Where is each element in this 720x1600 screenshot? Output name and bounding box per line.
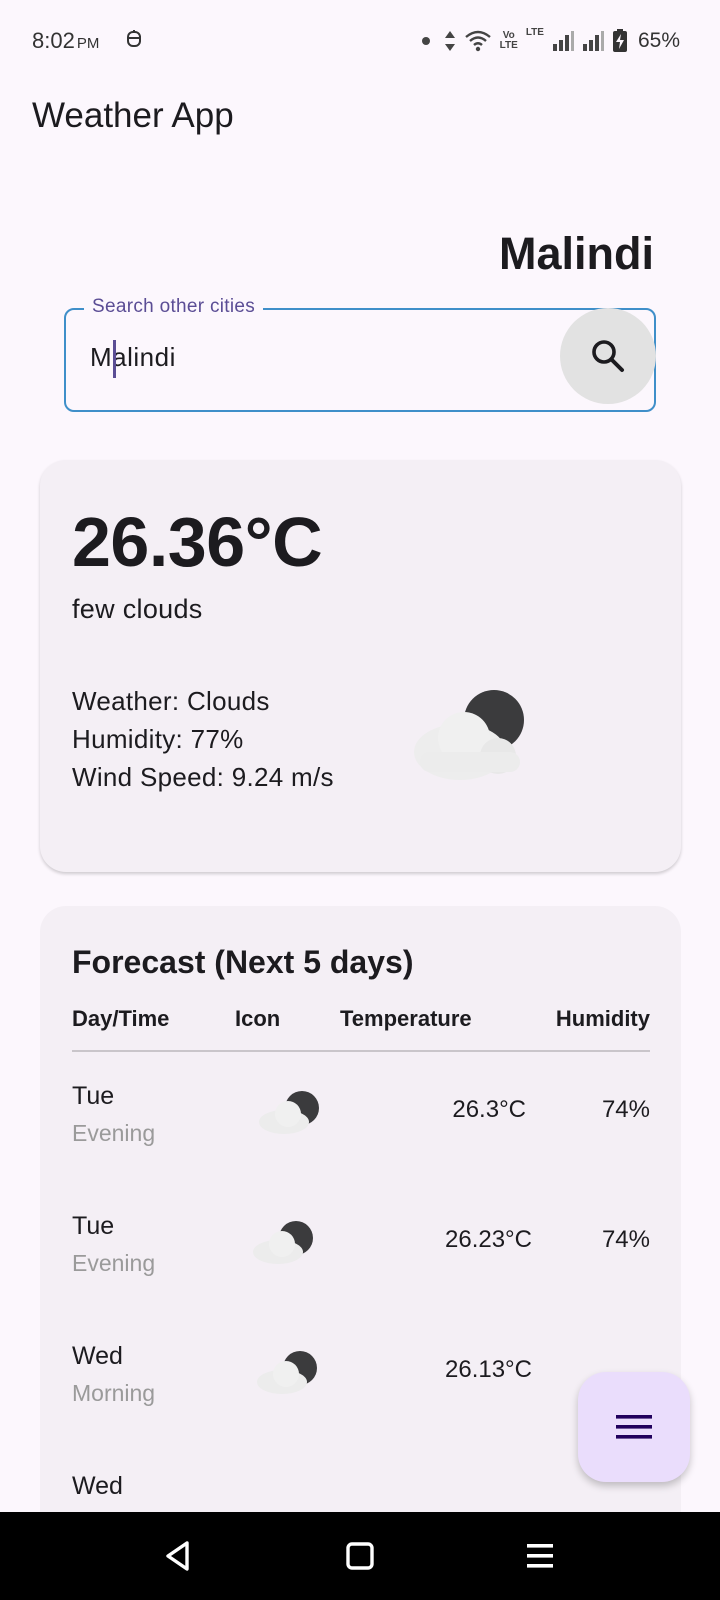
- header-temperature: Temperature: [340, 1006, 472, 1031]
- forecast-temperature: 26.3°C: [452, 1096, 526, 1123]
- text-cursor: [113, 340, 116, 378]
- header-humidity: Humidity: [555, 1006, 650, 1031]
- screen: 8:02 PM Vo LTE LTE 65% Weather App Malin…: [0, 0, 720, 1600]
- status-bar: 8:02 PM Vo LTE LTE 65%: [0, 0, 720, 82]
- forecast-row: Tue Evening 26.23°C 74%: [72, 1212, 650, 1312]
- humidity: Humidity: 77%: [72, 724, 244, 754]
- forecast-day: Wed: [72, 1472, 123, 1500]
- current-temperature: 26.36°C: [72, 503, 323, 581]
- search-label: Search other cities: [84, 296, 264, 318]
- volte-bottom: LTE: [499, 40, 518, 51]
- city-search-field[interactable]: Search other cities Malindi: [64, 296, 656, 412]
- menu-icon: [616, 1415, 652, 1439]
- forecast-humidity: 74%: [601, 1226, 650, 1253]
- status-ampm: PM: [76, 35, 100, 52]
- forecast-temperature: 26.13°C: [445, 1356, 532, 1383]
- forecast-row: Wed Morning 26.13°C: [72, 1342, 650, 1442]
- search-button[interactable]: [560, 308, 656, 404]
- nav-recents-button[interactable]: [518, 1534, 562, 1578]
- weather-main: Weather: Clouds: [72, 686, 270, 716]
- header-icon: Icon: [235, 1006, 281, 1031]
- app-title: Weather App: [32, 96, 234, 135]
- forecast-table-header: Day/Time Icon Temperature Humidity: [72, 1006, 650, 1052]
- status-time-value: 8:02: [32, 28, 75, 53]
- cloud-night-icon: [253, 1221, 313, 1264]
- forecast-row: Tue Evening 26.3°C 74%: [72, 1082, 650, 1182]
- home-icon: [346, 1542, 374, 1570]
- forecast-temperature: 26.23°C: [445, 1226, 532, 1253]
- weather-details: Weather: Clouds Humidity: 77% Wind Speed…: [72, 682, 334, 796]
- status-icons: Vo LTE LTE 65%: [421, 26, 680, 56]
- weather-description: few clouds: [72, 594, 203, 624]
- back-icon: [166, 1541, 189, 1571]
- current-weather-card: 26.36°C few clouds Weather: Clouds Humid…: [40, 460, 681, 872]
- battery-percent: 65%: [637, 29, 680, 52]
- lte-label: LTE: [525, 27, 544, 38]
- forecast-time: Evening: [72, 1120, 156, 1146]
- city-name: Malindi: [499, 228, 654, 279]
- forecast-day: Tue: [72, 1212, 115, 1240]
- battery-icon: [612, 29, 627, 52]
- forecast-time: Evening: [72, 1250, 156, 1276]
- forecast-humidity: 74%: [601, 1096, 650, 1123]
- data-arrows-icon: [444, 31, 455, 51]
- signal-2-icon: [582, 31, 604, 51]
- notification-icon: [127, 30, 141, 47]
- cloud-night-icon: [414, 690, 524, 780]
- recents-icon: [527, 1544, 553, 1568]
- notification-dot-icon: [421, 37, 430, 45]
- nav-home-button[interactable]: [338, 1534, 382, 1578]
- menu-fab-button[interactable]: [578, 1372, 690, 1482]
- search-icon: [592, 340, 624, 372]
- wifi-icon: [464, 30, 491, 52]
- nav-back-button[interactable]: [156, 1534, 200, 1578]
- forecast-time: Morning: [72, 1380, 156, 1406]
- forecast-title: Forecast (Next 5 days): [72, 944, 414, 980]
- status-time: 8:02 PM: [32, 28, 99, 54]
- signal-icon: [552, 31, 574, 51]
- cloud-night-icon: [259, 1091, 319, 1134]
- forecast-day: Tue: [72, 1082, 115, 1110]
- header-day-time: Day/Time: [72, 1006, 170, 1031]
- system-nav-bar: [0, 1512, 720, 1600]
- search-input[interactable]: Malindi: [90, 342, 176, 373]
- volte-badge: Vo LTE: [500, 31, 518, 51]
- forecast-day: Wed: [72, 1342, 123, 1370]
- forecast-card: Forecast (Next 5 days) Day/Time Icon Tem…: [40, 906, 681, 1600]
- cloud-night-icon: [257, 1351, 317, 1394]
- wind-speed: Wind Speed: 9.24 m/s: [72, 762, 334, 792]
